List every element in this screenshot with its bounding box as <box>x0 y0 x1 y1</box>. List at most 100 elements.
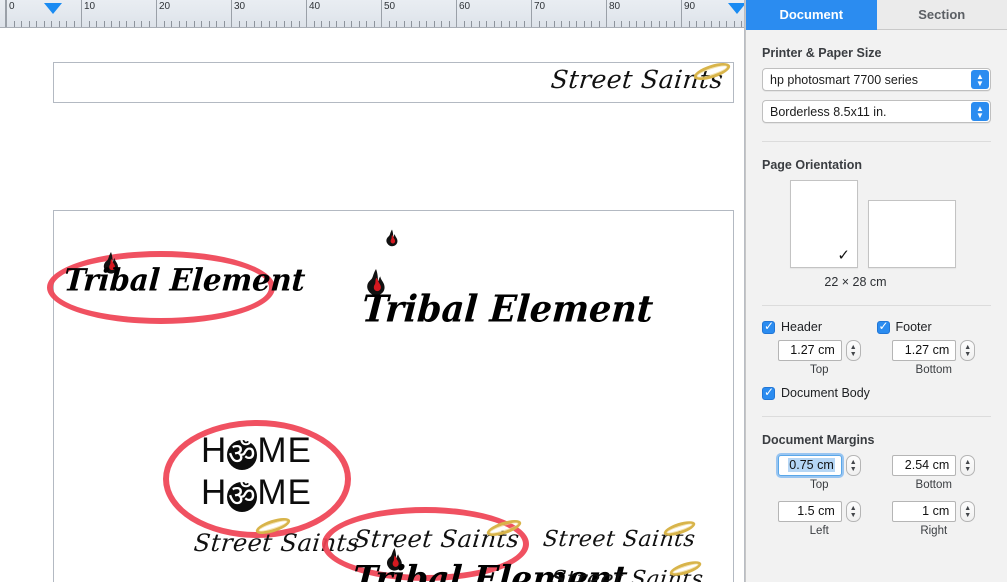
document-body-checkbox-row[interactable]: Document Body <box>762 386 991 400</box>
divider <box>762 416 991 417</box>
chevron-down-icon[interactable]: ▼ <box>964 351 971 358</box>
header-footer-fields-row: 1.27 cm ▲ ▼ Top 1.27 cm ▲ ▼ Bottom <box>762 340 991 376</box>
left-margin-marker[interactable] <box>43 3 62 14</box>
margin-left-stepper[interactable]: ▲ ▼ <box>845 501 861 522</box>
home-om-logo-1[interactable]: HॐME <box>201 431 312 471</box>
street-saints-logo-header[interactable]: Street Saints <box>549 59 733 94</box>
header-checkbox-row[interactable]: Header <box>762 320 822 334</box>
ruler-label-0: 0 <box>9 1 15 12</box>
chevron-down-icon: ▼ <box>976 78 984 88</box>
ruler-label-40: 40 <box>309 1 321 12</box>
om-symbol-icon: ॐ <box>227 437 258 473</box>
footer-bottom-caption: Bottom <box>915 364 952 376</box>
margin-top-value: 0.75 cm <box>788 458 835 472</box>
chevron-up-icon[interactable]: ▲ <box>964 505 971 512</box>
horizontal-ruler[interactable]: 0 10 20 30 40 50 60 70 80 90 <box>0 0 744 28</box>
printer-popup-button[interactable]: hp photosmart 7700 series ▲ ▼ <box>762 68 991 91</box>
margin-bottom-caption: Bottom <box>915 479 952 491</box>
chevron-up-icon[interactable]: ▲ <box>850 344 857 351</box>
chevron-down-icon[interactable]: ▼ <box>850 351 857 358</box>
footer-bottom-stepper[interactable]: ▲ ▼ <box>960 340 976 361</box>
page-orientation-heading: Page Orientation <box>762 158 863 172</box>
printer-paper-size-heading: Printer & Paper Size <box>762 46 882 60</box>
margin-top-stepper[interactable]: ▲ ▼ <box>845 455 861 476</box>
document-body-label: Document Body <box>781 386 870 400</box>
paper-size-popup-value: Borderless 8.5x11 in. <box>770 104 887 119</box>
divider <box>762 305 991 306</box>
tribal-element-logo-1[interactable]: Tribal Element <box>62 252 307 299</box>
chevron-down-icon[interactable]: ▼ <box>850 466 857 473</box>
header-top-caption: Top <box>809 364 829 376</box>
chevron-up-icon[interactable]: ▲ <box>850 459 857 466</box>
home-om-logo-2[interactable]: HॐME <box>201 473 312 513</box>
inspector-tabbar: Document Section <box>746 0 1007 30</box>
header-top-stepper[interactable]: ▲ ▼ <box>845 340 861 361</box>
tribal-element-text: Tribal Element <box>62 261 307 299</box>
paper-dimensions-label: 22 × 28 cm <box>824 275 887 289</box>
street-saints-logo-3[interactable]: Street Saints <box>542 518 697 552</box>
chevron-up-icon[interactable]: ▲ <box>964 344 971 351</box>
header-checkbox[interactable] <box>762 320 775 334</box>
margin-bottom-stepper[interactable]: ▲ ▼ <box>960 455 976 476</box>
chevron-up-icon[interactable]: ▲ <box>964 459 971 466</box>
chevron-down-icon[interactable]: ▼ <box>964 512 971 519</box>
tribal-element-logo-2[interactable]: Tribal Element <box>360 269 655 332</box>
home-letters-me: ME <box>257 431 312 470</box>
header-top-input[interactable]: 1.27 cm <box>777 340 842 361</box>
ruler-label-60: 60 <box>459 1 471 12</box>
page-orientation-options: ✓ <box>762 180 991 268</box>
margin-top-caption: Top <box>809 479 829 491</box>
tab-section[interactable]: Section <box>876 0 1007 30</box>
margin-top-field-group: 0.75 cm ▲ ▼ Top <box>762 455 877 491</box>
home-letters-me: ME <box>257 473 312 512</box>
ruler-label-90: 90 <box>684 1 696 12</box>
chevron-down-icon: ▼ <box>976 110 984 120</box>
chevron-up-icon[interactable]: ▲ <box>850 505 857 512</box>
chevron-down-icon[interactable]: ▼ <box>850 512 857 519</box>
inspector-content: Printer & Paper Size hp photosmart 7700 … <box>746 46 1007 537</box>
margin-bottom-input[interactable]: 2.54 cm <box>892 455 957 476</box>
inspector-panel: Document Section Printer & Paper Size hp… <box>745 0 1007 582</box>
ruler-label-10: 10 <box>84 1 96 12</box>
right-margin-marker[interactable] <box>728 3 744 14</box>
page-canvas[interactable]: Street Saints Tribal Element Tribal Elem… <box>0 28 744 582</box>
street-saints-logo-2[interactable]: Street Saints <box>353 516 523 553</box>
header-layout-box[interactable]: Street Saints <box>53 59 734 103</box>
chevron-updown-icon[interactable]: ▲ ▼ <box>971 102 989 121</box>
margin-right-field-group: 1 cm ▲ ▼ Right <box>877 501 992 537</box>
header-footer-checkbox-row: Header Footer <box>762 320 991 334</box>
ruler-label-20: 20 <box>159 1 171 12</box>
flame-icon-standalone <box>386 229 398 247</box>
margin-top-input[interactable]: 0.75 cm <box>777 455 842 476</box>
margin-right-stepper[interactable]: ▲ ▼ <box>960 501 976 522</box>
tab-document[interactable]: Document <box>746 0 877 30</box>
home-letter-h: H <box>201 473 228 512</box>
document-canvas-pane: 0 10 20 30 40 50 60 70 80 90 Street Saints <box>0 0 745 582</box>
footer-checkbox-row[interactable]: Footer <box>876 320 932 334</box>
home-text-line-2: HॐME <box>201 473 312 513</box>
home-text-line-1: HॐME <box>201 431 312 471</box>
margin-left-input[interactable]: 1.5 cm <box>777 501 842 522</box>
paper-size-popup-button[interactable]: Borderless 8.5x11 in. ▲ ▼ <box>762 100 991 123</box>
document-body-checkbox[interactable] <box>762 386 775 400</box>
footer-label: Footer <box>895 320 932 334</box>
chevron-down-icon[interactable]: ▼ <box>964 466 971 473</box>
margin-left-caption: Left <box>809 525 829 537</box>
margin-bottom-field-group: 2.54 cm ▲ ▼ Bottom <box>877 455 992 491</box>
ruler-label-80: 80 <box>609 1 621 12</box>
orientation-landscape-option[interactable] <box>868 200 956 268</box>
orientation-portrait-option[interactable]: ✓ <box>790 180 858 268</box>
ruler-label-70: 70 <box>534 1 546 12</box>
chevron-updown-icon[interactable]: ▲ ▼ <box>971 70 989 89</box>
ruler-label-30: 30 <box>234 1 246 12</box>
divider <box>762 141 991 142</box>
app-window: 0 10 20 30 40 50 60 70 80 90 Street Saints <box>0 0 1007 582</box>
street-saints-logo-4[interactable]: Street Saints <box>550 558 705 582</box>
margin-right-input[interactable]: 1 cm <box>892 501 957 522</box>
tribal-element-text: Tribal Element <box>360 287 655 332</box>
footer-checkbox[interactable] <box>876 320 890 334</box>
document-margins-heading: Document Margins <box>762 433 875 447</box>
body-layout-box[interactable]: Tribal Element Tribal Element HॐME HॐME … <box>47 210 734 582</box>
margin-right-caption: Right <box>920 525 948 537</box>
footer-bottom-input[interactable]: 1.27 cm <box>892 340 957 361</box>
